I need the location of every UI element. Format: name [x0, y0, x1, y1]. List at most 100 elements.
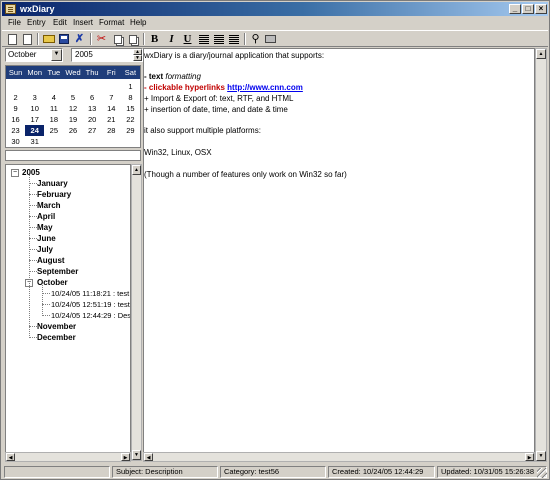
title-bar[interactable]: wxDiary _ □ × — [2, 2, 548, 16]
save-button[interactable] — [57, 33, 70, 45]
calendar-day[interactable]: 27 — [83, 125, 102, 136]
tree-entry[interactable]: 10/24/05 12:44:29 : Descrip — [51, 310, 130, 321]
cut-button[interactable]: ✂ — [95, 33, 108, 45]
scroll-down-icon[interactable]: ▼ — [536, 451, 546, 461]
calendar-day[interactable]: 19 — [63, 114, 82, 125]
calendar-day[interactable]: 4 — [44, 92, 63, 103]
scroll-right-icon[interactable]: ▶ — [121, 453, 130, 461]
cnn-link[interactable]: http://www.cnn.com — [227, 83, 303, 92]
editor-platforms: Win32, Linux, OSX — [144, 148, 212, 157]
underline-button[interactable]: U — [181, 33, 194, 45]
month-dropdown[interactable]: October ▼ — [5, 48, 63, 62]
delete-button[interactable]: ✗ — [73, 33, 86, 45]
menu-entry[interactable]: Entry — [27, 17, 46, 28]
chevron-down-icon[interactable]: ▼ — [51, 49, 62, 61]
tree-month-november[interactable]: November — [37, 321, 76, 332]
calendar-day-selected[interactable]: 24 — [25, 125, 45, 136]
open-button[interactable] — [42, 33, 55, 45]
calendar-day[interactable]: 31 — [25, 136, 44, 147]
calendar-day[interactable]: 7 — [102, 92, 121, 103]
tree-horizontal-scrollbar[interactable]: ◀ ▶ — [5, 452, 131, 462]
menu-help[interactable]: Help — [130, 17, 146, 28]
align-left-button[interactable] — [197, 33, 210, 45]
calendar-day[interactable]: 22 — [121, 114, 140, 125]
editor-vertical-scrollbar[interactable]: ▲ ▼ — [535, 48, 547, 462]
find-button[interactable]: ⚲ — [249, 33, 262, 45]
menu-edit[interactable]: Edit — [53, 17, 67, 28]
delete-icon: ✗ — [74, 33, 85, 45]
calendar-day[interactable]: 28 — [102, 125, 121, 136]
calendar-day[interactable]: 17 — [25, 114, 44, 125]
calendar-day[interactable]: 30 — [6, 136, 25, 147]
scroll-right-icon[interactable]: ▶ — [525, 453, 534, 461]
calendar-day[interactable]: 12 — [63, 103, 82, 114]
scroll-up-icon[interactable]: ▲ — [536, 49, 546, 59]
minimize-button[interactable]: _ — [509, 4, 521, 14]
scroll-left-icon[interactable]: ◀ — [144, 453, 153, 461]
calendar-day[interactable]: 23 — [6, 125, 25, 136]
tree-month-august[interactable]: August — [37, 255, 65, 266]
calendar-day[interactable]: 15 — [121, 103, 140, 114]
calendar-day[interactable]: 1 — [121, 81, 140, 92]
tree-month-january[interactable]: January — [37, 178, 68, 189]
tree-connector — [29, 183, 37, 184]
tree-vertical-scrollbar[interactable]: ▲ ▼ — [131, 164, 142, 461]
calendar-day[interactable]: 25 — [44, 125, 63, 136]
tree-month-february[interactable]: February — [37, 189, 71, 200]
calendar-day[interactable]: 5 — [63, 92, 82, 103]
menu-file[interactable]: File — [8, 17, 21, 28]
calendar-day[interactable]: 2 — [6, 92, 25, 103]
calendar-day[interactable]: 29 — [121, 125, 140, 136]
spin-down-icon[interactable]: ▼ — [133, 55, 142, 61]
close-button[interactable]: × — [535, 4, 547, 14]
tree-month-may[interactable]: May — [37, 222, 53, 233]
tree-connector — [29, 194, 37, 195]
tree-entry[interactable]: 10/24/05 12:51:19 : test2 — [51, 299, 130, 310]
calendar-day[interactable]: 3 — [25, 92, 44, 103]
tree-year[interactable]: 2005 — [22, 167, 40, 178]
tree-month-december[interactable]: December — [37, 332, 76, 343]
tree-month-march[interactable]: March — [37, 200, 61, 211]
tree-month-july[interactable]: July — [37, 244, 53, 255]
paste-button[interactable] — [126, 33, 139, 45]
tree-month-april[interactable]: April — [37, 211, 55, 222]
align-right-button[interactable] — [227, 33, 240, 45]
menu-format[interactable]: Format — [99, 17, 124, 28]
entry-editor[interactable]: wxDiary is a diary/journal application t… — [143, 48, 535, 462]
calendar-day[interactable]: 6 — [83, 92, 102, 103]
menu-insert[interactable]: Insert — [73, 17, 93, 28]
year-spin-input[interactable]: 2005 ▲ ▼ — [71, 48, 143, 62]
calendar-day[interactable]: 26 — [63, 125, 82, 136]
align-center-button[interactable] — [212, 33, 225, 45]
tree-month-june[interactable]: June — [37, 233, 56, 244]
new-entry-button[interactable] — [6, 33, 19, 45]
search-field[interactable] — [5, 150, 141, 161]
copy-button[interactable] — [111, 33, 124, 45]
resize-grip-icon[interactable] — [537, 468, 547, 478]
calendar-day[interactable]: 18 — [44, 114, 63, 125]
tree-connector — [29, 260, 37, 261]
calendar-day[interactable]: 21 — [102, 114, 121, 125]
calendar-day[interactable]: 9 — [6, 103, 25, 114]
calendar-day[interactable]: 20 — [83, 114, 102, 125]
calendar-day[interactable]: 13 — [83, 103, 102, 114]
calendar-day[interactable]: 16 — [6, 114, 25, 125]
scroll-left-icon[interactable]: ◀ — [6, 453, 15, 461]
calendar-day[interactable]: 11 — [44, 103, 63, 114]
bold-button[interactable]: B — [148, 33, 161, 45]
calendar-day[interactable]: 8 — [121, 92, 140, 103]
status-created: Created: 10/24/05 12:44:29 — [328, 466, 435, 478]
calendar-day[interactable]: 14 — [102, 103, 121, 114]
scroll-up-icon[interactable]: ▲ — [132, 165, 141, 175]
tree-month-september[interactable]: September — [37, 266, 78, 277]
toolbar-separator — [143, 33, 145, 45]
collapse-year-icon[interactable]: − — [11, 169, 19, 177]
tree-entry[interactable]: 10/24/05 11:18:21 : test — [51, 288, 129, 299]
print-button[interactable] — [264, 33, 277, 45]
new-entry-2-button[interactable] — [21, 33, 34, 45]
maximize-button[interactable]: □ — [522, 4, 534, 14]
editor-horizontal-scrollbar[interactable]: ◀ ▶ — [143, 452, 535, 462]
italic-button[interactable]: I — [165, 33, 178, 45]
calendar-day[interactable]: 10 — [25, 103, 44, 114]
scroll-down-icon[interactable]: ▼ — [132, 450, 141, 460]
